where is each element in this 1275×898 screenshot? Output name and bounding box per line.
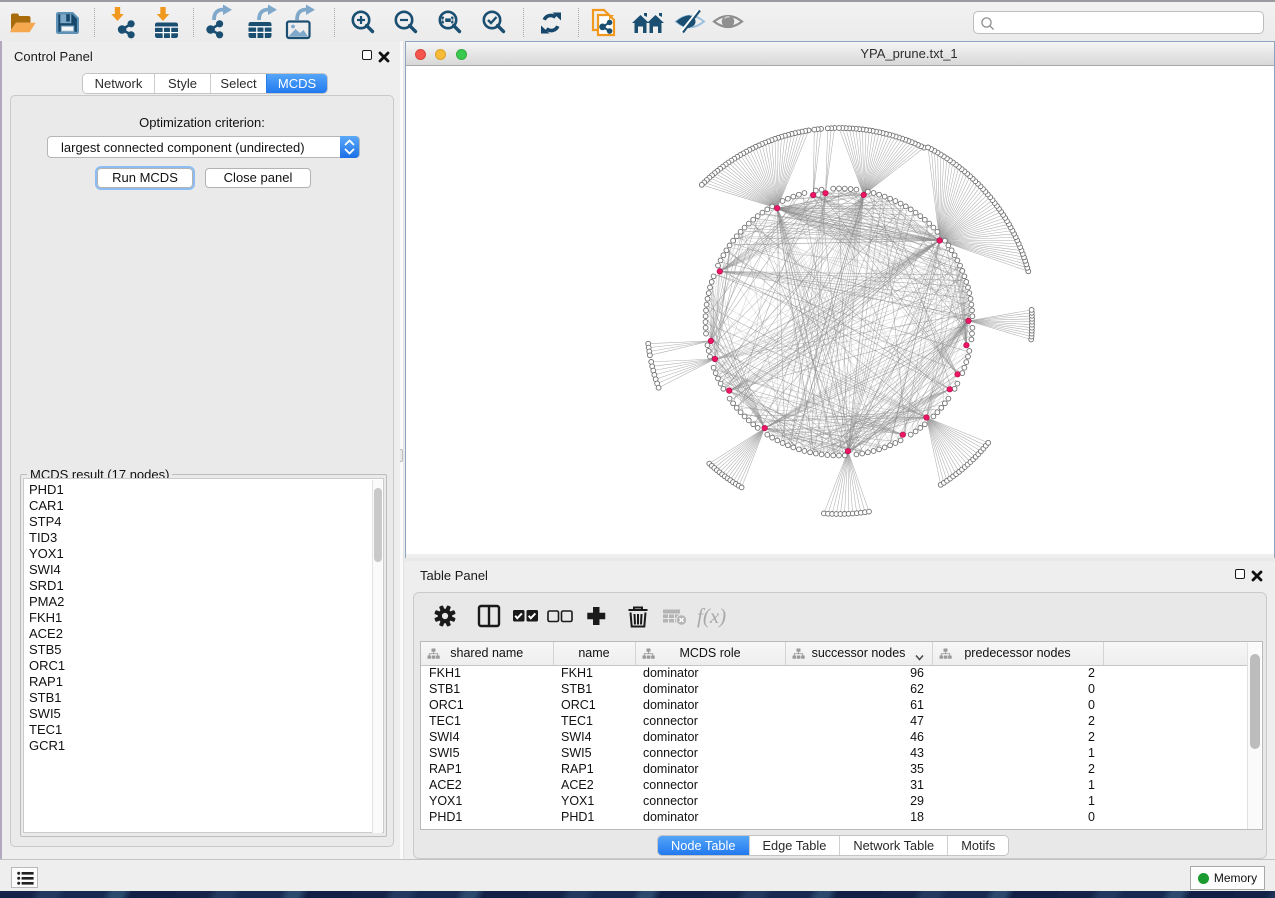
svg-text:f(x): f(x) (697, 604, 726, 628)
